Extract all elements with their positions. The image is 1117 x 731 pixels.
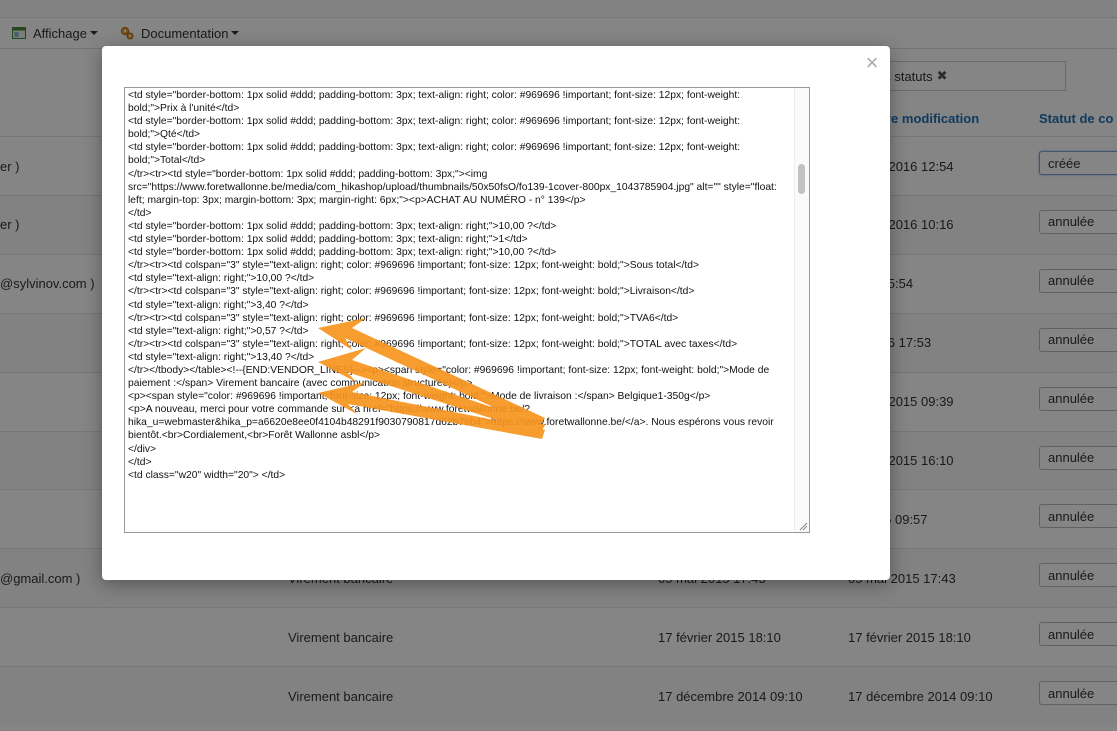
scrollbar[interactable] [794, 88, 809, 532]
html-source-text: <td style="border-bottom: 1px solid #ddd… [128, 90, 777, 481]
close-button[interactable]: × [862, 52, 882, 74]
html-source-textarea[interactable]: <td style="border-bottom: 1px solid #ddd… [124, 87, 810, 533]
email-preview-modal: × <td style="border-bottom: 1px solid #d… [102, 46, 890, 580]
resize-handle-icon[interactable] [798, 521, 808, 531]
scrollbar-thumb[interactable] [798, 164, 805, 194]
